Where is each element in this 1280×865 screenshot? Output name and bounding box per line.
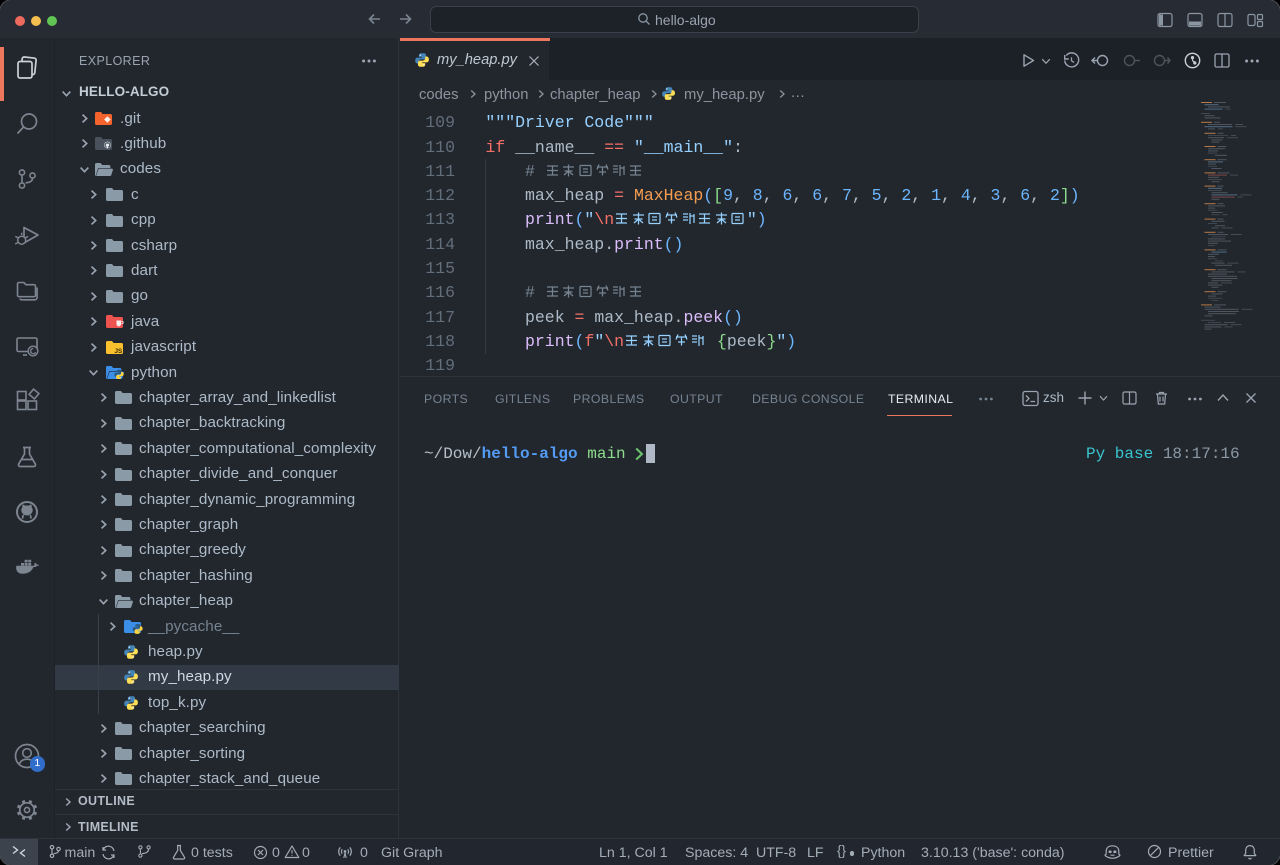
svg-text:JS: JS xyxy=(114,347,123,354)
